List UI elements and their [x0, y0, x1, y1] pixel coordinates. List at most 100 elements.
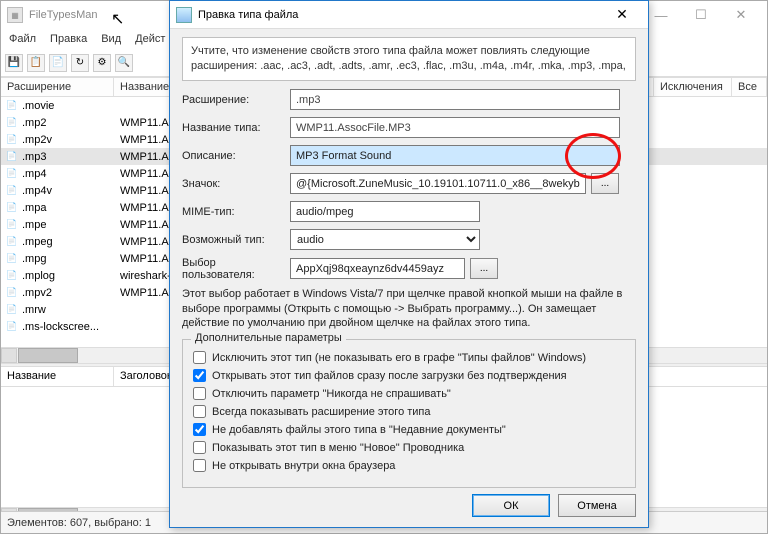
ext-cell: .movie [22, 100, 54, 112]
checkbox-3[interactable] [193, 405, 206, 418]
label-mime: MIME-тип: [182, 206, 290, 218]
ext-cell: .mp2v [22, 134, 52, 146]
col-all[interactable]: Все [732, 78, 767, 96]
additional-params-group: Дополнительные параметры Исключить этот … [182, 339, 636, 488]
col-exclusions[interactable]: Исключения [654, 78, 732, 96]
dialog-body: Учтите, что изменение свойств этого типа… [170, 29, 648, 488]
menu-view[interactable]: Вид [95, 31, 127, 47]
app-icon: ▦ [7, 7, 23, 23]
checkbox-row[interactable]: Не добавлять файлы этого типа в "Недавни… [193, 423, 625, 436]
checkbox-row[interactable]: Показывать этот тип в меню "Новое" Прово… [193, 441, 625, 454]
close-button[interactable]: ✕ [721, 4, 761, 26]
menu-edit[interactable]: Правка [44, 31, 93, 47]
ext-cell: .mpe [22, 219, 46, 231]
checkbox-label: Не добавлять файлы этого типа в "Недавни… [212, 424, 506, 436]
ext-cell: .mpv2 [22, 287, 52, 299]
file-icon: 📄 [5, 133, 19, 147]
note-box: Учтите, что изменение свойств этого типа… [182, 37, 636, 81]
checkbox-2[interactable] [193, 387, 206, 400]
userchoice-hint: Этот выбор работает в Windows Vista/7 пр… [182, 287, 636, 332]
file-icon: 📄 [5, 320, 19, 334]
label-extension: Расширение: [182, 94, 290, 106]
typename-field[interactable] [290, 117, 620, 138]
mime-field[interactable] [290, 201, 480, 222]
options-icon[interactable]: ⚙ [93, 54, 111, 72]
checkbox-row[interactable]: Открывать этот тип файлов сразу после за… [193, 369, 625, 382]
file-icon: 📄 [5, 184, 19, 198]
icon-field[interactable] [290, 173, 586, 194]
file-icon: 📄 [5, 269, 19, 283]
userchoice-field[interactable] [290, 258, 465, 279]
perceived-select[interactable]: audio [290, 229, 480, 250]
menu-actions[interactable]: Дейст [129, 31, 171, 47]
label-userchoice: Выбор пользователя: [182, 257, 290, 281]
checkbox-4[interactable] [193, 423, 206, 436]
copy-icon[interactable]: 📋 [27, 54, 45, 72]
cancel-button[interactable]: Отмена [558, 494, 636, 517]
ext-cell: .mpa [22, 202, 46, 214]
dialog-titlebar: Правка типа файла ✕ [170, 1, 648, 29]
file-icon: 📄 [5, 235, 19, 249]
file-icon: 📄 [5, 150, 19, 164]
dialog-title: Правка типа файла [198, 9, 298, 21]
description-field[interactable] [290, 145, 620, 166]
file-icon: 📄 [5, 99, 19, 113]
refresh-icon[interactable]: ↻ [71, 54, 89, 72]
extension-field[interactable] [290, 89, 620, 110]
checkbox-label: Показывать этот тип в меню "Новое" Прово… [212, 442, 464, 454]
checkbox-1[interactable] [193, 369, 206, 382]
ok-button[interactable]: ОК [472, 494, 550, 517]
name-cell: wireshark-c [114, 270, 176, 282]
dialog-close-button[interactable]: ✕ [602, 4, 642, 26]
save-icon[interactable]: 💾 [5, 54, 23, 72]
ext-cell: .mpg [22, 253, 46, 265]
checkbox-0[interactable] [193, 351, 206, 364]
checkbox-row[interactable]: Отключить параметр "Никогда не спрашиват… [193, 387, 625, 400]
file-icon: 📄 [5, 286, 19, 300]
file-icon: 📄 [5, 167, 19, 181]
maximize-button[interactable]: ☐ [681, 4, 721, 26]
checkbox-row[interactable]: Не открывать внутри окна браузера [193, 459, 625, 472]
label-description: Описание: [182, 150, 290, 162]
menu-file[interactable]: Файл [3, 31, 42, 47]
ext-cell: .ms-lockscree... [22, 321, 99, 333]
checkbox-label: Открывать этот тип файлов сразу после за… [212, 370, 567, 382]
col-name[interactable]: Название [1, 367, 114, 386]
checkbox-label: Исключить этот тип (не показывать его в … [212, 352, 586, 364]
icon-browse-button[interactable]: ... [591, 173, 619, 194]
label-perceived: Возможный тип: [182, 234, 290, 246]
file-icon: 📄 [5, 201, 19, 215]
ext-cell: .mp3 [22, 151, 46, 163]
col-typename[interactable]: Название т [114, 78, 174, 96]
checkbox-5[interactable] [193, 441, 206, 454]
checkbox-label: Отключить параметр "Никогда не спрашиват… [212, 388, 451, 400]
file-icon: 📄 [5, 252, 19, 266]
app-title: FileTypesMan [29, 9, 97, 21]
ext-cell: .mplog [22, 270, 55, 282]
ext-cell: .mp4v [22, 185, 52, 197]
ext-cell: .mrw [22, 304, 46, 316]
checkbox-6[interactable] [193, 459, 206, 472]
file-icon: 📄 [5, 116, 19, 130]
userchoice-browse-button[interactable]: ... [470, 258, 498, 279]
status-text: Элементов: 607, выбрано: 1 [7, 517, 151, 529]
scroll-left-icon[interactable] [1, 348, 17, 363]
checkbox-row[interactable]: Исключить этот тип (не показывать его в … [193, 351, 625, 364]
edit-filetype-dialog: Правка типа файла ✕ Учтите, что изменени… [169, 0, 649, 528]
find-icon[interactable]: 🔍 [115, 54, 133, 72]
label-icon: Значок: [182, 178, 290, 190]
ext-cell: .mp4 [22, 168, 46, 180]
scroll-thumb[interactable] [18, 348, 78, 363]
properties-icon[interactable]: 📄 [49, 54, 67, 72]
col-extension[interactable]: Расширение [1, 78, 114, 96]
sys-buttons: — ☐ ✕ [641, 4, 761, 26]
group-title: Дополнительные параметры [191, 332, 346, 344]
dialog-buttons: ОК Отмена [472, 494, 636, 517]
dialog-icon [176, 7, 192, 23]
checkbox-row[interactable]: Всегда показывать расширение этого типа [193, 405, 625, 418]
file-icon: 📄 [5, 303, 19, 317]
ext-cell: .mp2 [22, 117, 46, 129]
ext-cell: .mpeg [22, 236, 53, 248]
file-icon: 📄 [5, 218, 19, 232]
checkbox-label: Всегда показывать расширение этого типа [212, 406, 431, 418]
